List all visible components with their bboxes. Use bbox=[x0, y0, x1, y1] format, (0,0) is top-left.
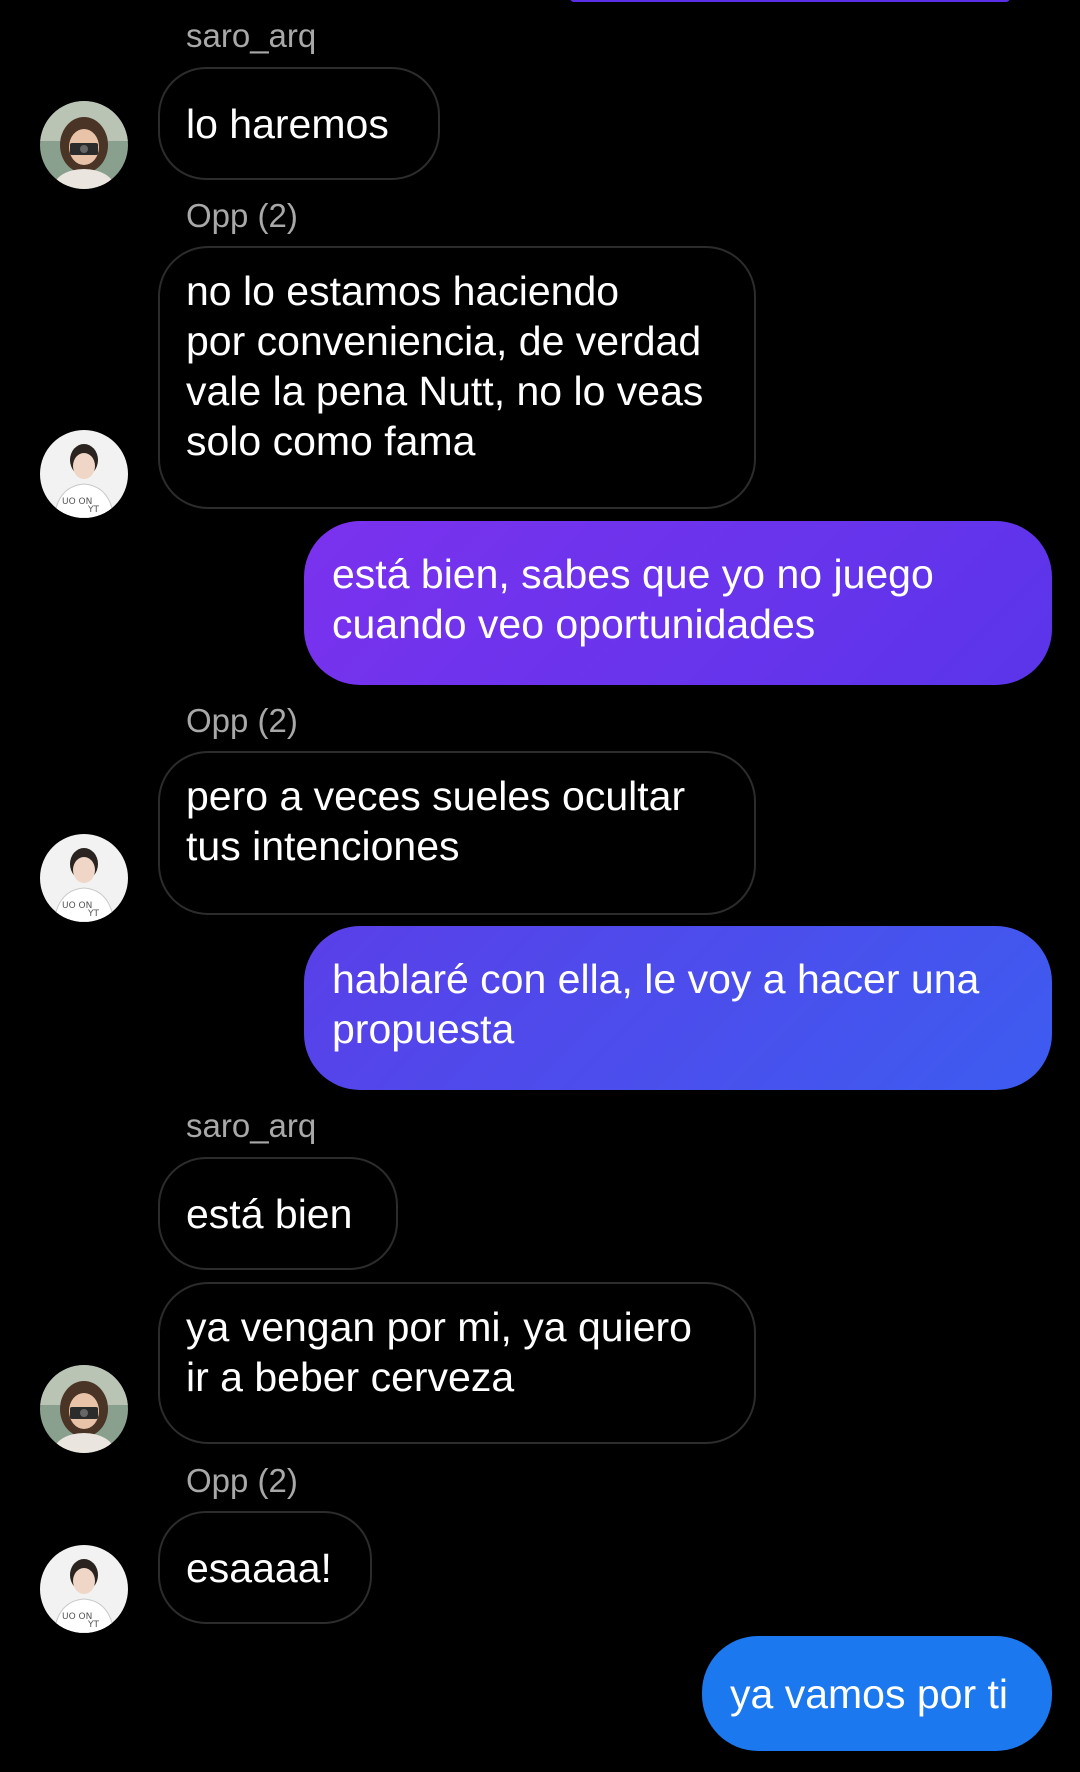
avatar-opp-icon[interactable]: UO ON YT bbox=[40, 430, 128, 518]
incoming-message-bubble[interactable]: está bien bbox=[158, 1157, 398, 1270]
message-text: está bien, sabes que yo no juego bbox=[332, 551, 934, 597]
message-text: hablaré con ella, le voy a hacer una bbox=[332, 956, 980, 1002]
message-text: ya vengan por mi, ya quiero bbox=[186, 1304, 692, 1350]
avatar-opp-icon[interactable]: UO ON YT bbox=[40, 834, 128, 922]
avatar-saro-icon[interactable] bbox=[40, 101, 128, 189]
outgoing-message-bubble[interactable]: ya vamos por ti bbox=[702, 1636, 1052, 1751]
sender-name: Opp (2) bbox=[186, 197, 298, 234]
message-text: vale la pena Nutt, no lo veas bbox=[186, 368, 704, 414]
message-text: ya vamos por ti bbox=[730, 1670, 1008, 1717]
sender-name: saro_arq bbox=[186, 17, 317, 54]
message-text: ir a beber cerveza bbox=[186, 1354, 515, 1400]
sender-name: Opp (2) bbox=[186, 702, 298, 739]
message-text: solo como fama bbox=[186, 418, 476, 464]
message-text: por conveniencia, de verdad bbox=[186, 318, 702, 364]
sender-name: Opp (2) bbox=[186, 1462, 298, 1499]
incoming-message-bubble[interactable]: no lo estamos haciendo por conveniencia,… bbox=[158, 246, 756, 509]
message-text: pero a veces sueles ocultar bbox=[186, 773, 686, 819]
svg-text:YT: YT bbox=[87, 505, 99, 515]
incoming-message-bubble[interactable]: ya vengan por mi, ya quiero ir a beber c… bbox=[158, 1282, 756, 1444]
svg-text:YT: YT bbox=[87, 1620, 99, 1630]
outgoing-message-bubble[interactable]: hablaré con ella, le voy a hacer una pro… bbox=[304, 926, 1052, 1090]
svg-text:YT: YT bbox=[87, 909, 99, 919]
outgoing-message-bubble[interactable]: está bien, sabes que yo no juego cuando … bbox=[304, 521, 1052, 685]
message-text: lo haremos bbox=[186, 100, 389, 147]
message-text: propuesta bbox=[332, 1006, 515, 1052]
incoming-message-bubble[interactable]: lo haremos bbox=[158, 67, 440, 180]
message-text: tus intenciones bbox=[186, 823, 460, 869]
avatar-saro-icon[interactable] bbox=[40, 1365, 128, 1453]
message-text: está bien bbox=[186, 1190, 353, 1237]
message-text: no lo estamos haciendo bbox=[186, 268, 620, 314]
scroll-accent-bar bbox=[570, 0, 1010, 2]
sender-name: saro_arq bbox=[186, 1107, 317, 1144]
incoming-message-bubble[interactable]: esaaaa! bbox=[158, 1511, 372, 1624]
message-text: cuando veo oportunidades bbox=[332, 601, 816, 647]
message-text: esaaaa! bbox=[186, 1544, 332, 1591]
incoming-message-bubble[interactable]: pero a veces sueles ocultar tus intencio… bbox=[158, 751, 756, 915]
avatar-opp-icon[interactable]: UO ON YT bbox=[40, 1545, 128, 1633]
